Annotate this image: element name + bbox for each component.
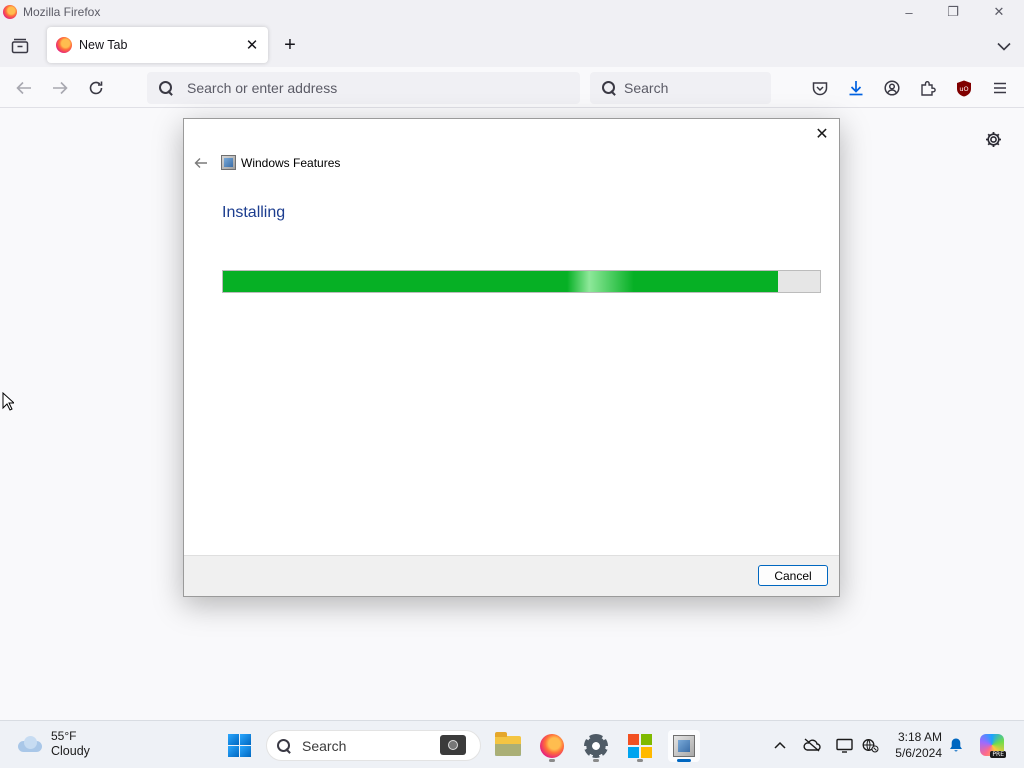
windows-features-app-icon xyxy=(221,155,236,170)
taskbar-search-placeholder: Search xyxy=(302,737,347,754)
install-progress-bar xyxy=(222,270,821,293)
running-indicator xyxy=(549,759,555,762)
window-titlebar: Mozilla Firefox – ❐ ✕ xyxy=(0,0,1024,24)
active-indicator xyxy=(677,759,691,762)
gear-icon xyxy=(985,131,1001,147)
taskbar-file-explorer[interactable] xyxy=(492,730,524,762)
forward-button[interactable] xyxy=(46,74,74,102)
network-tray-button[interactable] xyxy=(860,735,880,755)
settings-gear-icon xyxy=(584,734,608,758)
back-button[interactable] xyxy=(10,74,38,102)
arrow-left-icon xyxy=(194,158,207,168)
windows-features-icon xyxy=(673,735,695,757)
no-network-globe-icon xyxy=(862,738,878,752)
cloud-offline-icon xyxy=(803,738,821,752)
address-bar[interactable]: Search or enter address xyxy=(147,72,580,104)
chevron-down-icon xyxy=(997,42,1011,51)
weather-widget[interactable]: 55°F Cloudy xyxy=(16,729,90,759)
windows-logo-tile xyxy=(228,734,239,745)
arrow-left-icon xyxy=(16,81,31,95)
search-bar[interactable]: Search xyxy=(590,72,771,104)
downloads-button[interactable] xyxy=(842,74,870,102)
weather-temperature: 55°F xyxy=(51,729,77,743)
cancel-button[interactable]: Cancel xyxy=(758,565,828,586)
install-progress-fill xyxy=(223,271,779,292)
chevron-up-icon xyxy=(774,741,786,749)
reload-icon xyxy=(89,81,103,95)
taskbar-firefox[interactable] xyxy=(536,730,568,762)
search-icon xyxy=(277,738,291,753)
monitor-icon xyxy=(835,738,853,753)
weather-condition: Cloudy xyxy=(51,744,90,758)
download-icon xyxy=(849,81,863,96)
start-button[interactable] xyxy=(228,734,251,757)
tab-new-tab[interactable]: New Tab ✕ xyxy=(47,27,268,63)
dialog-app-title: Windows Features xyxy=(241,156,341,170)
tab-label: New Tab xyxy=(79,38,128,52)
tab-close-button[interactable]: ✕ xyxy=(240,33,264,57)
display-tray-button[interactable] xyxy=(834,735,854,755)
mouse-cursor-icon xyxy=(2,391,16,415)
search-highlight-camera-icon xyxy=(440,735,466,755)
account-icon xyxy=(884,80,900,96)
windows-logo-tile xyxy=(240,734,251,745)
folder-icon xyxy=(495,732,521,756)
ublock-origin-button[interactable]: uO xyxy=(950,74,978,102)
pocket-button[interactable] xyxy=(806,74,834,102)
firefox-view-button[interactable] xyxy=(8,34,32,58)
window-title: Mozilla Firefox xyxy=(23,5,101,19)
clock-date: 5/6/2024 xyxy=(895,746,942,760)
onedrive-tray-button[interactable] xyxy=(802,735,822,755)
dialog-close-button[interactable]: ✕ xyxy=(811,123,833,145)
windows-taskbar: 55°F Cloudy Search 3:18 AM 5/6/2024 PRE xyxy=(0,720,1024,768)
firefox-icon xyxy=(540,734,564,758)
address-bar-placeholder: Search or enter address xyxy=(187,80,338,96)
dialog-footer: Cancel xyxy=(184,555,839,596)
list-all-tabs-button[interactable] xyxy=(992,34,1016,58)
taskbar-settings[interactable] xyxy=(580,730,612,762)
dialog-back-button[interactable] xyxy=(192,155,210,171)
windows-logo-tile xyxy=(228,746,239,757)
running-indicator xyxy=(593,759,599,762)
puzzle-icon xyxy=(921,81,936,96)
clock-time: 3:18 AM xyxy=(897,730,942,744)
firefox-view-icon xyxy=(11,38,29,54)
tab-strip: New Tab ✕ + xyxy=(0,24,1024,67)
account-button[interactable] xyxy=(878,74,906,102)
arrow-right-icon xyxy=(53,81,68,95)
bell-icon xyxy=(950,738,962,752)
copilot-preview-badge: PRE xyxy=(990,751,1006,758)
running-indicator xyxy=(637,759,643,762)
search-bar-placeholder: Search xyxy=(624,80,669,96)
notifications-button[interactable] xyxy=(948,737,964,753)
app-menu-button[interactable] xyxy=(986,74,1014,102)
close-window-button[interactable]: ✕ xyxy=(976,0,1022,24)
minimize-button[interactable]: – xyxy=(886,0,932,24)
customize-new-tab-button[interactable] xyxy=(982,128,1004,150)
search-icon xyxy=(602,81,616,95)
office-icon xyxy=(628,734,652,758)
show-hidden-icons-button[interactable] xyxy=(770,735,790,755)
search-icon xyxy=(159,81,173,95)
firefox-tab-icon xyxy=(56,37,72,53)
extensions-button[interactable] xyxy=(914,74,942,102)
svg-text:uO: uO xyxy=(959,85,968,93)
restore-button[interactable]: ❐ xyxy=(930,0,976,24)
navigation-toolbar: Search or enter address Search uO xyxy=(0,67,1024,108)
copilot-button[interactable]: PRE xyxy=(980,734,1006,758)
taskbar-windows-features[interactable] xyxy=(668,730,700,762)
ublock-shield-icon: uO xyxy=(957,80,971,96)
pocket-icon xyxy=(812,81,828,95)
cloud-weather-icon xyxy=(16,736,42,752)
windows-logo-tile xyxy=(240,746,251,757)
taskbar-office[interactable] xyxy=(624,730,656,762)
new-tab-button[interactable]: + xyxy=(278,33,302,57)
dialog-heading: Installing xyxy=(222,204,286,221)
reload-button[interactable] xyxy=(82,74,110,102)
hamburger-menu-icon xyxy=(994,82,1006,94)
windows-features-dialog: ✕ Windows Features Installing Cancel xyxy=(183,118,840,597)
firefox-logo-icon xyxy=(3,5,17,19)
taskbar-clock[interactable]: 3:18 AM 5/6/2024 xyxy=(888,729,942,761)
